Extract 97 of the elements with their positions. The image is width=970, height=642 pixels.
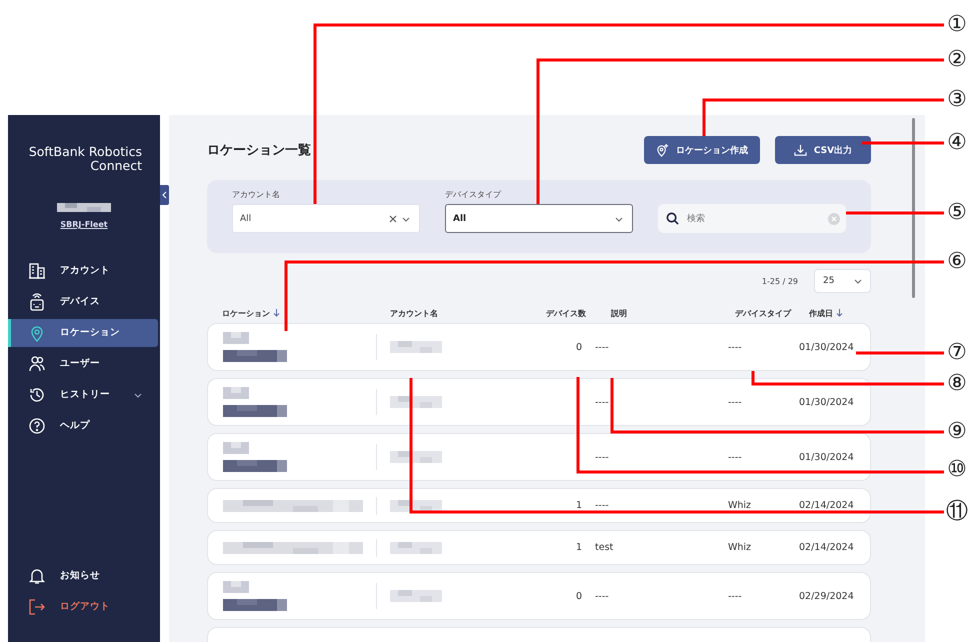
search-icon: [666, 212, 679, 225]
filter-label: アカウント名: [232, 189, 281, 200]
callout-number: ④: [946, 129, 968, 157]
table-row[interactable]: 1 ---- Whiz 02/14/2024: [207, 488, 871, 523]
logo-text: SoftBank Robotics: [28, 145, 142, 159]
column-header[interactable]: 作成日: [806, 308, 871, 318]
table-cell-text: ----: [594, 396, 610, 408]
filter-label: デバイスタイプ: [445, 189, 502, 200]
table-row[interactable]: 1 test Whiz 02/14/2024: [207, 530, 871, 565]
nav-item[interactable]: ログアウト: [8, 592, 158, 620]
clear-icon: [389, 214, 397, 222]
redacted-text: [390, 451, 442, 463]
table-row[interactable]: 0 ---- ---- 02/29/2024: [207, 572, 871, 620]
redacted-text: [390, 500, 442, 512]
nav-item[interactable]: ヒストリー: [8, 380, 158, 408]
collapse-button[interactable]: [160, 185, 169, 205]
search-input[interactable]: 検索: [685, 212, 822, 224]
callout-number: ⑨: [946, 418, 968, 446]
column-header[interactable]: デバイスタイプ: [735, 308, 806, 318]
table-cell-text: 02/14/2024: [799, 542, 855, 553]
table-row[interactable]: ---- ---- 01/30/2024: [207, 378, 871, 426]
nav-item[interactable]: ヘルプ: [8, 412, 158, 440]
table-cell-text: ----: [594, 590, 610, 602]
callout-number: ③: [946, 86, 968, 114]
table-cell-text: test: [594, 542, 614, 553]
column-header[interactable]: 説明: [589, 308, 735, 318]
csv-export-button[interactable]: CSV出力: [775, 136, 871, 164]
table-cell-text: 1: [574, 500, 582, 511]
logout-icon: [28, 598, 46, 616]
help-icon: [28, 416, 46, 434]
redacted-text: [57, 203, 111, 212]
callout-number: ②: [946, 46, 968, 74]
chevron-left-icon: [162, 191, 168, 199]
table-cell-text: Whiz: [728, 500, 752, 511]
nav-item[interactable]: お知らせ: [8, 562, 158, 590]
pin-plus-icon: [656, 144, 669, 156]
table-cell-text: 01/30/2024: [799, 396, 855, 408]
callout-number: ⑧: [946, 370, 968, 398]
nav-item[interactable]: ロケーション: [8, 318, 158, 346]
page-range: 1-25 / 29: [762, 276, 798, 286]
sort-arrow-icon: [273, 309, 280, 317]
table-row[interactable]: ---- ---- 01/30/2024: [207, 433, 871, 481]
table-cell-text: 0: [574, 342, 582, 352]
callout-number: ⑩: [946, 456, 968, 484]
callout-number: ⑥: [946, 248, 968, 276]
table-cell-text: 02/29/2024: [799, 590, 855, 602]
redacted-text: [223, 442, 287, 472]
table-cell-text: ----: [594, 452, 610, 462]
redacted-text: [223, 581, 287, 611]
chevron-down-icon: [615, 214, 623, 222]
redacted-text: [390, 542, 442, 554]
robot-icon: [28, 292, 46, 310]
table-cell-text: 01/30/2024: [799, 342, 855, 352]
chevron-down-icon: [134, 390, 142, 398]
scrollbar[interactable]: [912, 118, 915, 298]
clear-icon: [828, 212, 840, 224]
nav-item[interactable]: ユーザー: [8, 350, 158, 378]
chevron-down-icon: [854, 277, 862, 285]
select-field[interactable]: All: [445, 204, 633, 233]
account-link[interactable]: SBRJ-Fleet: [60, 220, 108, 229]
chevron-down-icon: [402, 214, 410, 222]
table-cell-text: 01/30/2024: [799, 452, 855, 462]
callout-number: ⑦: [946, 339, 968, 367]
table-cell-text: 02/14/2024: [799, 500, 855, 511]
nav-item[interactable]: デバイス: [8, 288, 158, 316]
search-field[interactable]: 検索: [658, 204, 846, 233]
bell-icon: [28, 566, 46, 584]
building-icon: [28, 262, 46, 280]
table-cell-text: 1: [574, 542, 582, 553]
redacted-text: [223, 387, 287, 417]
table-row[interactable]: 0 ---- ---- 01/30/2024: [207, 323, 871, 371]
table-cell-text: ----: [594, 500, 610, 511]
callout-number: ⑤: [946, 199, 968, 227]
table-cell-text: 0: [574, 590, 582, 602]
callout-number: ⑪: [945, 498, 969, 526]
table-cell-text: ----: [728, 342, 743, 352]
page-title: ロケーション一覧: [207, 142, 312, 159]
select-field[interactable]: All: [232, 204, 420, 233]
sort-arrow-icon: [836, 309, 843, 317]
history-icon: [28, 386, 46, 404]
redacted-text: [390, 590, 442, 602]
redacted-text: [390, 341, 442, 353]
table-cell-text: Whiz: [728, 542, 752, 553]
create-location-button[interactable]: ロケーション作成: [644, 136, 760, 164]
logo-text: Connect: [90, 159, 142, 173]
redacted-text: [223, 332, 287, 362]
nav-item[interactable]: アカウント: [8, 256, 158, 284]
column-header[interactable]: ロケーション: [222, 308, 390, 318]
table-cell-text: ----: [728, 396, 743, 408]
redacted-text: [390, 396, 442, 408]
table-cell-text: ----: [594, 342, 610, 352]
page-size-select[interactable]: 25: [814, 269, 871, 293]
download-icon: [794, 144, 807, 156]
table-cell-text: ----: [728, 452, 743, 462]
table-cell-text: ----: [728, 590, 743, 602]
users-icon: [28, 354, 46, 372]
callout-number: ①: [946, 11, 968, 39]
